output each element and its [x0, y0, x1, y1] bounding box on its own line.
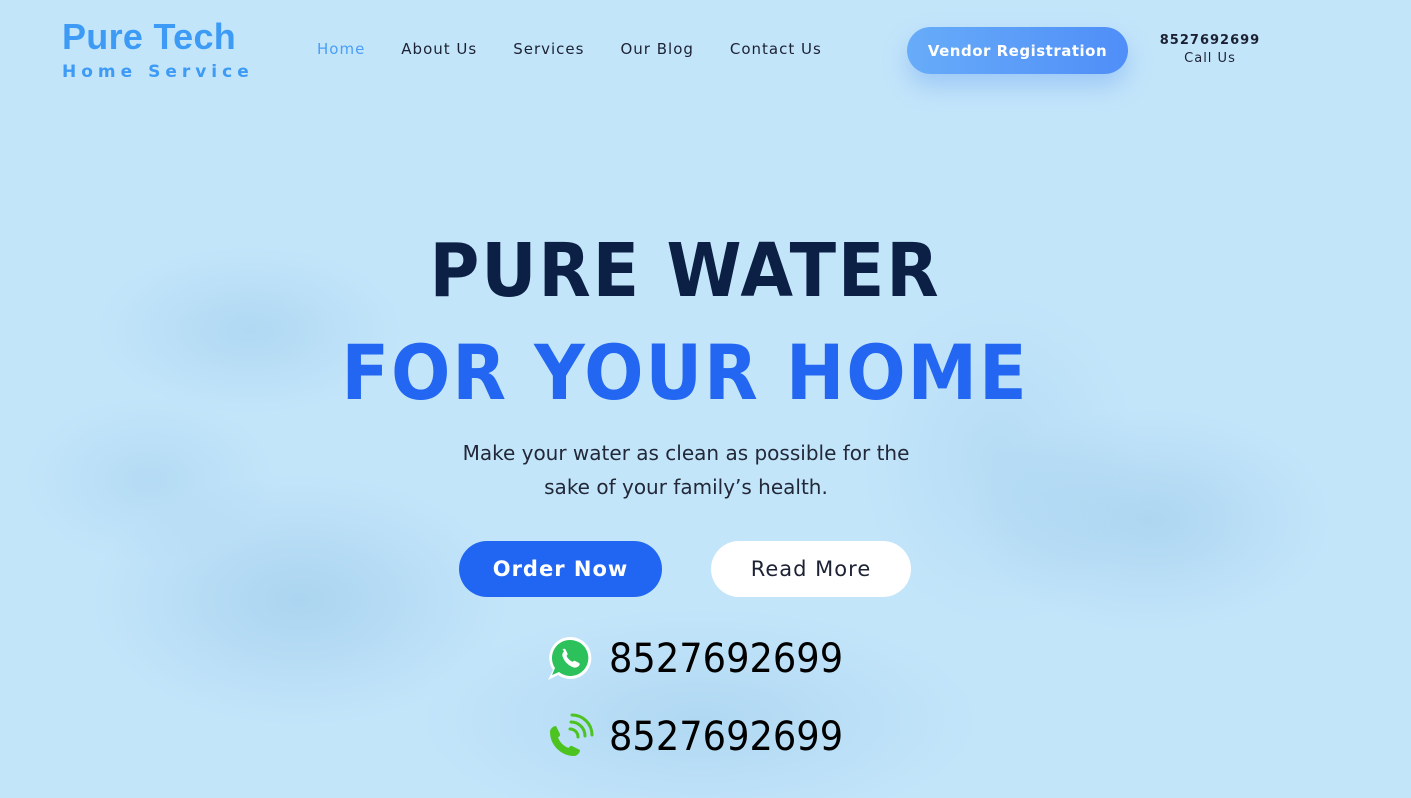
- nav-item-home[interactable]: Home: [317, 40, 365, 58]
- hero-headline-line2: FOR YOUR HOME: [341, 328, 1029, 417]
- read-more-button[interactable]: Read More: [711, 541, 911, 597]
- whatsapp-contact[interactable]: 8527692699: [545, 634, 864, 684]
- brand-logo[interactable]: Pure Tech Home Service: [62, 16, 254, 82]
- hero-lead-line1: Make your water as clean as possible for…: [462, 441, 910, 465]
- hero-lead-line2: sake of your family’s health.: [544, 475, 828, 499]
- nav-item-services[interactable]: Services: [513, 40, 584, 58]
- header-call-label: Call Us: [1184, 51, 1236, 66]
- phone-contact[interactable]: 8527692699: [545, 712, 864, 762]
- nav-item-contact-us[interactable]: Contact Us: [730, 40, 822, 58]
- whatsapp-icon: [548, 636, 592, 680]
- nav-item-our-blog[interactable]: Our Blog: [620, 40, 693, 58]
- header-call-us[interactable]: 8527692699 Call Us: [1150, 33, 1270, 66]
- hero-lead-text: Make your water as clean as possible for…: [386, 436, 986, 504]
- brand-subtitle: Home Service: [62, 62, 254, 82]
- vendor-registration-button[interactable]: Vendor Registration: [907, 27, 1128, 74]
- brand-title: Pure Tech: [62, 16, 237, 57]
- order-now-button[interactable]: Order Now: [459, 541, 662, 597]
- site-header: Pure Tech Home Service Home About Us Ser…: [0, 0, 1411, 110]
- hero-headline-line1: PURE WATER: [429, 228, 941, 314]
- call-number: 8527692699: [609, 714, 844, 760]
- phone-ringing-icon: [550, 713, 594, 756]
- nav-item-about-us[interactable]: About Us: [401, 40, 477, 58]
- whatsapp-number: 8527692699: [609, 636, 844, 682]
- main-nav: Home About Us Services Our Blog Contact …: [317, 40, 858, 58]
- header-phone-number: 8527692699: [1159, 33, 1261, 48]
